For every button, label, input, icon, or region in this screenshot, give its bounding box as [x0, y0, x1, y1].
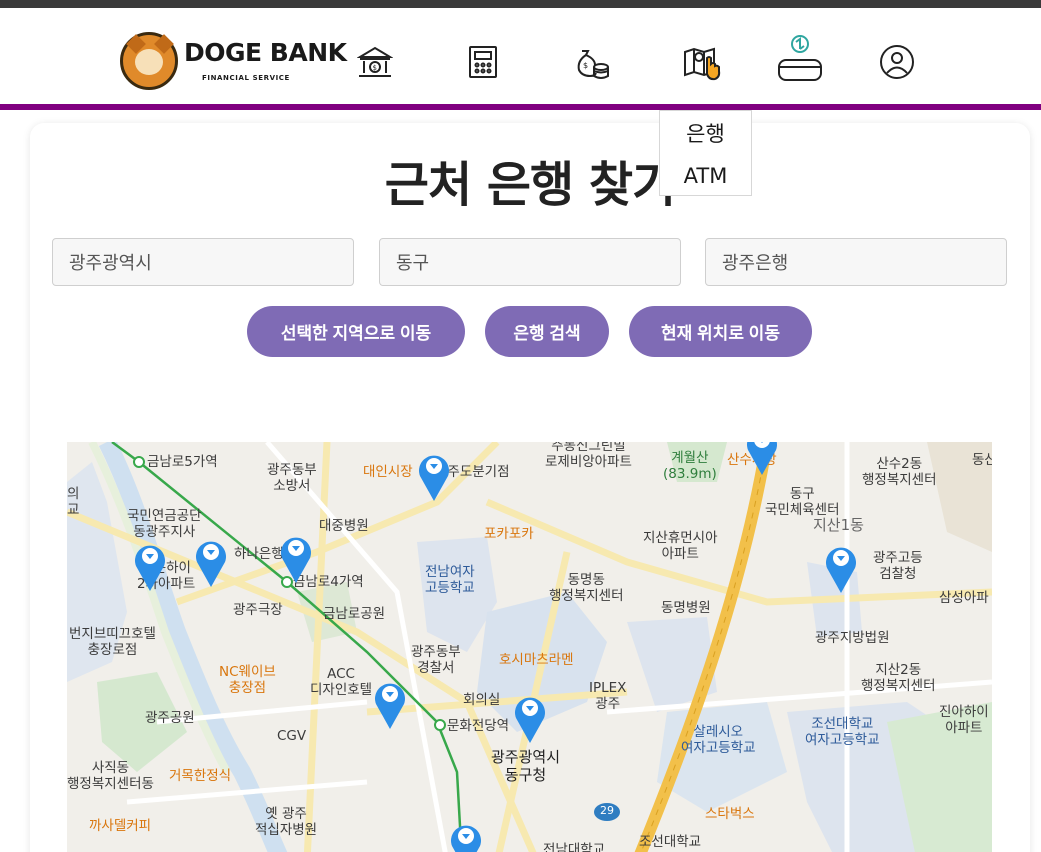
bank-pin[interactable] [449, 820, 483, 852]
map-label: 주동신그린빌 로제비앙아파트 [545, 442, 632, 471]
money-bag-icon[interactable]: $ [572, 42, 612, 82]
map-label: 포카포카 [484, 526, 534, 542]
map-label: 동명동 행정복지센터 [549, 572, 624, 605]
bank-pin[interactable] [194, 536, 228, 588]
current-location-button[interactable]: 현재 위치로 이동 [629, 306, 812, 357]
map-label: 살레시오 여자고등학교 [681, 724, 756, 757]
map-label: 광주공원 [145, 710, 195, 726]
bank-icon[interactable]: $ [355, 42, 395, 82]
map-label: 스타벅스 [705, 806, 755, 822]
logo-subtitle: FINANCIAL SERVICE [202, 74, 290, 82]
map-label: 사직동 행정복지센터동 [67, 760, 154, 793]
map-label: 광주지방법원 [815, 630, 890, 646]
map-label: 번지브띠끄호텔 충장로점 [69, 626, 156, 659]
map-label: 삼성아파 [939, 590, 989, 606]
page-title: 근처 은행 찾기 [384, 157, 676, 213]
map-label: 지산1동 [813, 516, 864, 534]
map-label: 전남여자 고등학교 [425, 564, 475, 597]
map-label: 금남로공원 [323, 606, 386, 622]
map-label: 금남로5가역 [147, 454, 218, 470]
map-label: 광주광역시 동구청 [491, 748, 561, 784]
map-label: 조선대학교 [639, 834, 702, 850]
logo-title: DOGE BANK [184, 38, 347, 67]
calculator-icon[interactable] [463, 42, 503, 82]
map-background [67, 442, 992, 852]
map-label: 지산휴먼시아 아파트 [643, 530, 718, 563]
map-label: 광주극장 [233, 602, 283, 618]
map-label: 산수2동 행정복지센터 [862, 456, 937, 489]
map-label: IPLEX 광주 [589, 680, 627, 713]
logo[interactable]: DOGE BANK FINANCIAL SERVICE [120, 32, 347, 92]
city-select[interactable]: 광주광역시 [52, 238, 354, 286]
bank-pin[interactable] [745, 442, 779, 476]
map-search-icon[interactable] [682, 42, 722, 82]
bank-pin[interactable] [417, 450, 451, 502]
map-label: 진아하이 아파트 [939, 704, 989, 737]
move-region-button[interactable]: 선택한 지역으로 이동 [247, 306, 465, 357]
map-label: 계월산 (83.9m) [663, 450, 717, 483]
map-label: 대중병원 [319, 518, 369, 534]
find-bank-dropdown: 은행 ATM [659, 110, 752, 196]
map-label: 대인시장 [363, 464, 413, 480]
map-label: NC웨이브 충장점 [219, 664, 276, 697]
map-label: ACC 디자인호텔 [310, 666, 373, 699]
user-icon[interactable] [877, 42, 917, 82]
bank-map[interactable]: 금남로5가역 광주동부 소방서 대인시장 광주도분기점 주동신그린빌 로제비앙아… [67, 442, 992, 852]
bank-pin[interactable] [513, 692, 547, 744]
district-select[interactable]: 동구 [379, 238, 681, 286]
map-label: 지산2동 행정복지센터 [861, 662, 936, 695]
search-bank-button[interactable]: 은행 검색 [485, 306, 609, 357]
map-label: 의 교 [67, 486, 80, 519]
map-label: 동구 국민체육센터 [765, 486, 840, 519]
map-label: 동산 [972, 452, 992, 468]
map-label: CGV [277, 728, 307, 744]
map-label: 국민연금공단 동광주지사 [127, 508, 202, 541]
map-label: 전남대학교 [543, 842, 606, 852]
map-label: 하나은행 [234, 546, 284, 562]
map-label: 광주동부 경찰서 [411, 644, 461, 677]
map-label: 문화전당역 [447, 718, 510, 734]
map-label: 광주동부 소방서 [267, 462, 317, 495]
top-bar [0, 0, 1041, 8]
map-label: 회의실 [463, 692, 501, 708]
dropdown-item-atm[interactable]: ATM [660, 154, 751, 197]
map-label: 호시마츠라멘 [499, 652, 574, 668]
map-label: 옛 광주 적십자병원 [255, 806, 318, 839]
bank-pin[interactable] [133, 540, 167, 592]
map-label: 거목한정식 [169, 768, 232, 784]
svg-text:$: $ [583, 61, 588, 70]
header-divider [0, 104, 1041, 110]
map-label: 광주고등 검찰청 [873, 550, 923, 583]
map-label: 까사델커피 [89, 818, 152, 834]
main-card: 근처 은행 찾기 광주광역시 동구 광주은행 선택한 지역으로 이동 은행 검색… [30, 123, 1030, 852]
svg-text:$: $ [373, 64, 377, 72]
bank-pin[interactable] [279, 532, 313, 584]
doge-logo-icon [120, 32, 178, 90]
dropdown-item-bank[interactable]: 은행 [660, 111, 751, 154]
bank-select[interactable]: 광주은행 [705, 238, 1007, 286]
header: DOGE BANK FINANCIAL SERVICE $ $ [0, 8, 1041, 104]
map-label: 조선대학교 여자고등학교 [805, 716, 880, 749]
bank-pin[interactable] [824, 542, 858, 594]
bank-pin[interactable] [373, 678, 407, 730]
map-label: 29 [600, 804, 614, 817]
card-exchange-icon[interactable] [778, 34, 822, 82]
map-label: 동명병원 [661, 600, 711, 616]
